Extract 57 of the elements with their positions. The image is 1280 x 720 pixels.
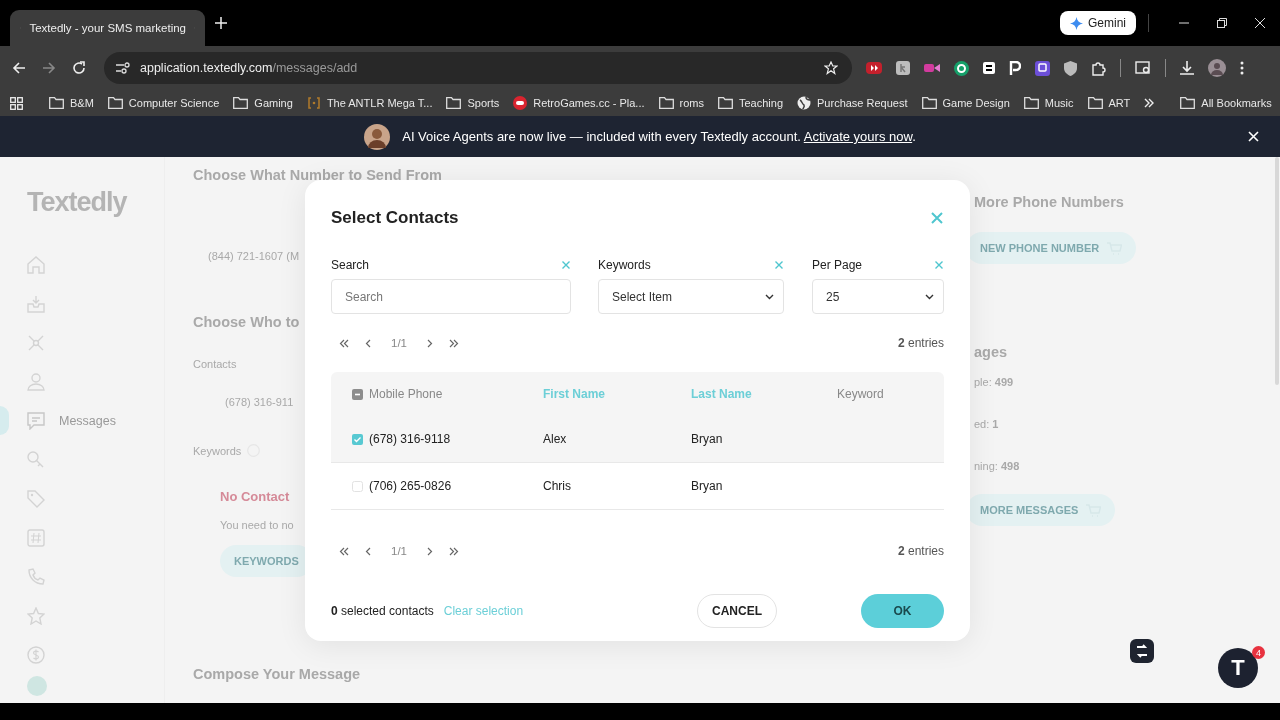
stat-text: ple: 499	[974, 376, 1014, 388]
filter-label: Keywords	[598, 258, 651, 272]
gemini-button[interactable]: Gemini	[1060, 11, 1136, 35]
filter-label: Search	[331, 258, 370, 272]
ok-button[interactable]: OK	[861, 594, 944, 628]
table-row[interactable]: (706) 265-0826 Chris Bryan	[331, 463, 944, 509]
stat-text: ning: 498	[974, 460, 1020, 472]
bookmark[interactable]: The ANTLR Mega T...	[306, 97, 433, 109]
entries-count: 2 entries	[897, 336, 944, 350]
cancel-button[interactable]: CANCEL	[697, 594, 777, 628]
table-cell-text: Alex	[543, 432, 568, 446]
entries-count: 2 entries	[897, 544, 944, 558]
address-bar[interactable]: application.textedly.com/messages/add	[104, 52, 852, 84]
table-cell-text: Bryan	[691, 479, 724, 493]
dialog-title: Select Contacts	[331, 208, 459, 228]
url-text: application.textedly.com/messages/add	[140, 61, 358, 75]
table-cell: (678) 316-9118	[369, 432, 451, 446]
section-heading: ages	[974, 343, 1008, 361]
bookmark[interactable]: B&M	[49, 97, 94, 109]
bookmark[interactable]: Purchase Request	[797, 96, 908, 110]
page-indicator: 1/1	[391, 337, 407, 349]
bookmark[interactable]: Game Design	[921, 97, 1010, 109]
note-text: You need to no	[220, 519, 294, 531]
selected-count: 0 selected contacts	[331, 604, 434, 618]
field-value: (678) 316-911	[225, 396, 294, 408]
all-bookmarks[interactable]: All Bookmarks	[1180, 97, 1272, 109]
bookmark[interactable]: Computer Science	[107, 97, 220, 109]
filter-label: Per Page	[812, 258, 863, 272]
stat-text: ed: 1	[974, 418, 999, 430]
bookmark[interactable]: Music	[1023, 97, 1074, 109]
table-cell-text: Chris	[543, 479, 572, 493]
bookmark[interactable]: roms	[658, 97, 704, 109]
tab-title: Textedly - your SMS marketing	[29, 22, 186, 34]
field-label: Keywords	[193, 444, 242, 457]
section-heading: Choose What Number to Send From	[193, 166, 442, 184]
bookmark[interactable]: Teaching	[717, 97, 783, 109]
bookmark[interactable]: RetroGames.cc - Pla...	[513, 96, 645, 110]
field-value: (844) 721-1607 (M	[208, 250, 300, 262]
search-field[interactable]: Search	[331, 279, 571, 314]
field-label: Contacts	[193, 358, 237, 370]
bookmark[interactable]: ART	[1087, 97, 1131, 109]
bookmark[interactable]: Sports	[446, 97, 500, 109]
bookmark[interactable]: Gaming	[233, 97, 293, 109]
select-field[interactable]: Select Item	[598, 279, 784, 314]
banner-message: AI Voice Agents are now live — included with every Textedly account. Activate yours now.	[402, 129, 916, 144]
alert-title: No Contact	[220, 489, 290, 504]
logo: Textedly	[27, 187, 127, 218]
section-heading: Choose Who to	[193, 313, 300, 331]
browser-tab[interactable]: Textedly - your SMS marketing	[10, 10, 205, 46]
section-heading: More Phone Numbers	[974, 193, 1124, 211]
section-heading: Compose Your Message	[193, 665, 361, 683]
table-cell-text: Bryan	[691, 432, 724, 446]
table-cell: (706) 265-0826	[369, 479, 452, 493]
page-indicator: 1/1	[391, 545, 407, 557]
notification-badge: 4	[1252, 646, 1265, 659]
select-field[interactable]: 25	[812, 279, 944, 314]
table-row[interactable]: (678) 316-9118 Alex Bryan	[331, 416, 944, 463]
